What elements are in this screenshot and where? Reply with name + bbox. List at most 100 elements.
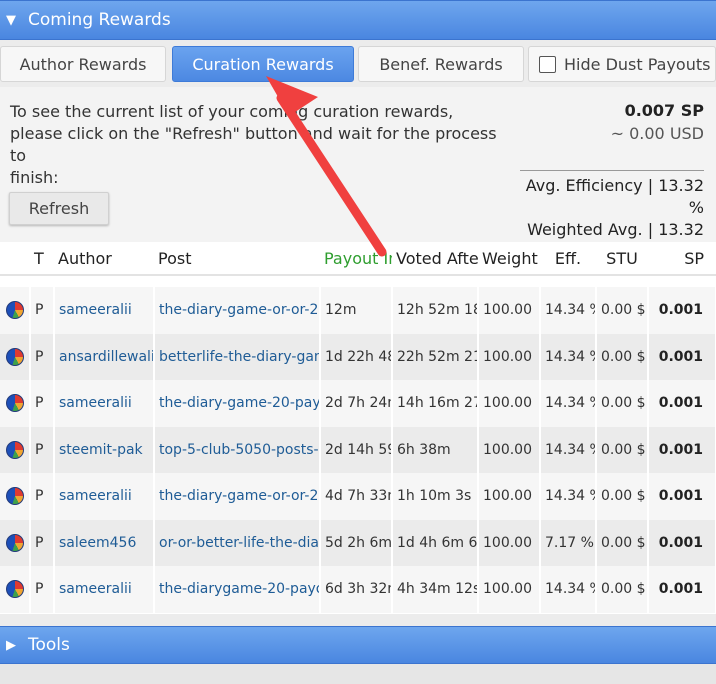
- cell-weight: 100.00: [478, 287, 541, 334]
- cell-weight: 100.00: [478, 566, 541, 613]
- cell-weight: 100.00: [478, 333, 541, 380]
- instructions-line-2: please click on the "Refresh" button and…: [10, 124, 497, 165]
- cell-author[interactable]: sameeralii: [54, 473, 155, 520]
- caret-right-icon: ▶: [6, 637, 16, 653]
- table-header-row: T Author Post Payout In Voted After Weig…: [0, 242, 716, 276]
- instructions-line-1: To see the current list of your coming c…: [10, 102, 454, 121]
- cell-payout-in: 1d 22h 48: [320, 333, 393, 380]
- cell-post[interactable]: the-diary-game-20-payout: [154, 380, 321, 427]
- cell-stu: 0.00 $: [596, 287, 649, 334]
- pie-chart-icon: [6, 301, 24, 320]
- cell-author[interactable]: ansardillewali: [54, 333, 155, 380]
- cell-eff: 14.34 %: [540, 426, 597, 473]
- tools-title: Tools: [28, 635, 70, 655]
- cell-payout-in: 2d 7h 24m: [320, 380, 393, 427]
- bottom-strip: [0, 664, 716, 684]
- table-row: Psameeralii the-diary-game-or-or-20 12m 12h…: [0, 287, 716, 334]
- pie-chart-icon: [6, 347, 24, 366]
- cell-eff: 14.34 %: [540, 566, 597, 613]
- hide-dust-label: Hide Dust Payouts: [564, 54, 711, 74]
- cell-author[interactable]: saleem456: [54, 519, 155, 566]
- cell-stu: 0.00 $: [596, 333, 649, 380]
- header-payout-in[interactable]: Payout In: [320, 242, 392, 276]
- vote-power-cell: [0, 380, 31, 427]
- hide-dust-checkbox[interactable]: [539, 55, 556, 73]
- tab-author-rewards[interactable]: Author Rewards: [0, 46, 166, 82]
- cell-payout-in: 4d 7h 33m: [320, 473, 393, 520]
- cell-voted-after: 1d 4h 6m 6: [392, 519, 479, 566]
- table-row: Psameeralii the-diary-game-or-or-20 4d 7h …: [0, 473, 716, 520]
- cell-post[interactable]: top-5-club-5050-posts-of: [154, 426, 321, 473]
- tab-benef-rewards[interactable]: Benef. Rewards: [358, 46, 524, 82]
- pie-chart-icon: [6, 487, 24, 506]
- cell-eff: 14.34 %: [540, 287, 597, 334]
- header-stu[interactable]: STU: [596, 242, 648, 276]
- tab-curation-rewards[interactable]: Curation Rewards: [172, 46, 354, 82]
- pie-chart-icon: [6, 580, 24, 599]
- header-post[interactable]: Post: [154, 242, 320, 276]
- cell-author[interactable]: sameeralii: [54, 566, 155, 613]
- header-sp[interactable]: SP: [648, 242, 716, 276]
- header-author[interactable]: Author: [54, 242, 154, 276]
- table-row: Pansardillewali betterlife-the-diary-game…: [0, 333, 716, 380]
- cell-weight: 100.00: [478, 426, 541, 473]
- curation-rewards-table: T Author Post Payout In Voted After Weig…: [0, 242, 716, 614]
- vote-power-cell: [0, 473, 31, 520]
- sp-total: 0.007 SP: [624, 101, 704, 120]
- cell-payout-in: 12m: [320, 287, 393, 334]
- header-type[interactable]: T: [30, 242, 54, 276]
- cell-eff: 14.34 %: [540, 333, 597, 380]
- cell-stu: 0.00 $: [596, 519, 649, 566]
- table-row: Psteemit-pak top-5-club-5050-posts-of 2d 1…: [0, 426, 716, 473]
- cell-author[interactable]: sameeralii: [54, 380, 155, 427]
- cell-type: P: [30, 380, 55, 427]
- header-voted-after[interactable]: Voted After: [392, 242, 478, 276]
- cell-sp: 0.001: [648, 380, 716, 427]
- pie-chart-icon: [6, 533, 24, 552]
- cell-sp: 0.001: [648, 566, 716, 613]
- cell-voted-after: 1h 10m 3s: [392, 473, 479, 520]
- cell-eff: 14.34 %: [540, 473, 597, 520]
- cell-type: P: [30, 426, 55, 473]
- vote-power-cell: [0, 566, 31, 613]
- hide-dust-payouts-toggle[interactable]: Hide Dust Payouts: [528, 46, 716, 82]
- cell-post[interactable]: the-diary-game-or-or-20: [154, 473, 321, 520]
- cell-payout-in: 5d 2h 6m: [320, 519, 393, 566]
- cell-voted-after: 6h 38m: [392, 426, 479, 473]
- table-row: Psameeraliithe-diarygame-20-payout6d 3h …: [0, 566, 716, 613]
- refresh-button[interactable]: Refresh: [9, 192, 109, 225]
- cell-post[interactable]: betterlife-the-diary-game: [154, 333, 321, 380]
- tools-header[interactable]: ▶ Tools: [0, 626, 716, 664]
- cell-post[interactable]: the-diarygame-20-payout: [154, 566, 321, 613]
- table-row: Psameeraliithe-diary-game-20-payout2d 7h…: [0, 380, 716, 427]
- table-row: Psaleem456 or-or-better-life-the-diary 5d …: [0, 519, 716, 566]
- usd-total: ~ 0.00 USD: [610, 124, 704, 143]
- vote-power-cell: [0, 333, 31, 380]
- cell-voted-after: 4h 34m 12s: [392, 566, 479, 613]
- cell-payout-in: 2d 14h 59: [320, 426, 393, 473]
- cell-type: P: [30, 287, 55, 334]
- cell-author[interactable]: steemit-pak: [54, 426, 155, 473]
- vote-power-cell: [0, 519, 31, 566]
- cell-post[interactable]: or-or-better-life-the-diary: [154, 519, 321, 566]
- cell-post[interactable]: the-diary-game-or-or-20: [154, 287, 321, 334]
- cell-voted-after: 14h 16m 27: [392, 380, 479, 427]
- avg-efficiency: Avg. Efficiency | 13.32 %: [525, 176, 704, 217]
- cell-weight: 100.00: [478, 473, 541, 520]
- coming-rewards-title: Coming Rewards: [28, 10, 171, 30]
- cell-type: P: [30, 333, 55, 380]
- caret-down-icon: ▼: [6, 12, 16, 28]
- cell-sp: 0.001: [648, 519, 716, 566]
- header-weight[interactable]: Weight: [478, 242, 540, 276]
- cell-type: P: [30, 566, 55, 613]
- vote-power-cell: [0, 426, 31, 473]
- cell-stu: 0.00 $: [596, 380, 649, 427]
- cell-eff: 14.34 %: [540, 380, 597, 427]
- header-eff[interactable]: Eff.: [540, 242, 596, 276]
- header-icon: [0, 242, 30, 276]
- instructions-line-3: finish:: [10, 168, 59, 187]
- cell-author[interactable]: sameeralii: [54, 287, 155, 334]
- cell-sp: 0.001: [648, 287, 716, 334]
- vote-power-cell: [0, 287, 31, 334]
- coming-rewards-header[interactable]: ▼ Coming Rewards: [0, 0, 716, 40]
